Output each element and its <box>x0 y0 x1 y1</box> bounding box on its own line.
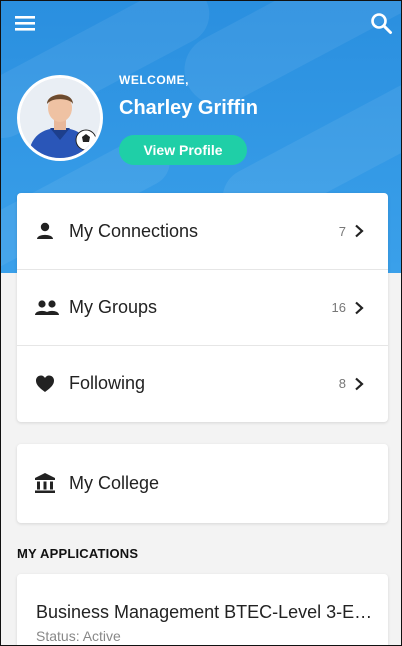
menu-item-label: My Connections <box>69 220 199 241</box>
group-icon <box>34 297 59 319</box>
welcome-label: WELCOME, <box>119 73 189 87</box>
menu-item-connections[interactable]: My Connections 7 <box>17 193 388 269</box>
chevron-right-icon <box>352 224 366 238</box>
chevron-right-icon <box>352 377 366 391</box>
menu-item-label: Following <box>69 373 146 393</box>
app-screen: WELCOME, Charley Griffin View Profile My… <box>0 0 402 646</box>
application-status: Status: Active <box>36 628 121 644</box>
institution-icon <box>34 472 56 494</box>
application-card[interactable]: Business Management BTEC-Level 3-Extende… <box>17 574 388 645</box>
application-title: Business Management BTEC-Level 3-Extende… <box>36 602 376 622</box>
menu-item-groups[interactable]: My Groups 16 <box>17 269 388 345</box>
menu-item-college[interactable]: My College <box>17 444 388 523</box>
search-icon[interactable] <box>369 11 395 37</box>
following-count: 8 <box>338 376 346 391</box>
menu-item-label: My Groups <box>69 297 158 317</box>
person-icon <box>34 220 56 242</box>
menu-card: My Connections 7 My Groups 16 Following … <box>17 193 388 422</box>
college-card[interactable]: My College <box>17 444 388 523</box>
section-title: MY APPLICATIONS <box>17 546 139 561</box>
avatar[interactable] <box>17 75 103 161</box>
chevron-right-icon <box>352 301 366 315</box>
view-profile-button[interactable]: View Profile <box>119 135 247 165</box>
user-name: Charley Griffin <box>119 97 258 119</box>
menu-icon[interactable] <box>13 11 39 37</box>
menu-item-label: My College <box>69 473 160 493</box>
menu-item-following[interactable]: Following 8 <box>17 345 388 421</box>
connections-count: 7 <box>338 223 346 239</box>
heart-icon <box>34 373 56 395</box>
groups-count: 16 <box>331 300 346 315</box>
